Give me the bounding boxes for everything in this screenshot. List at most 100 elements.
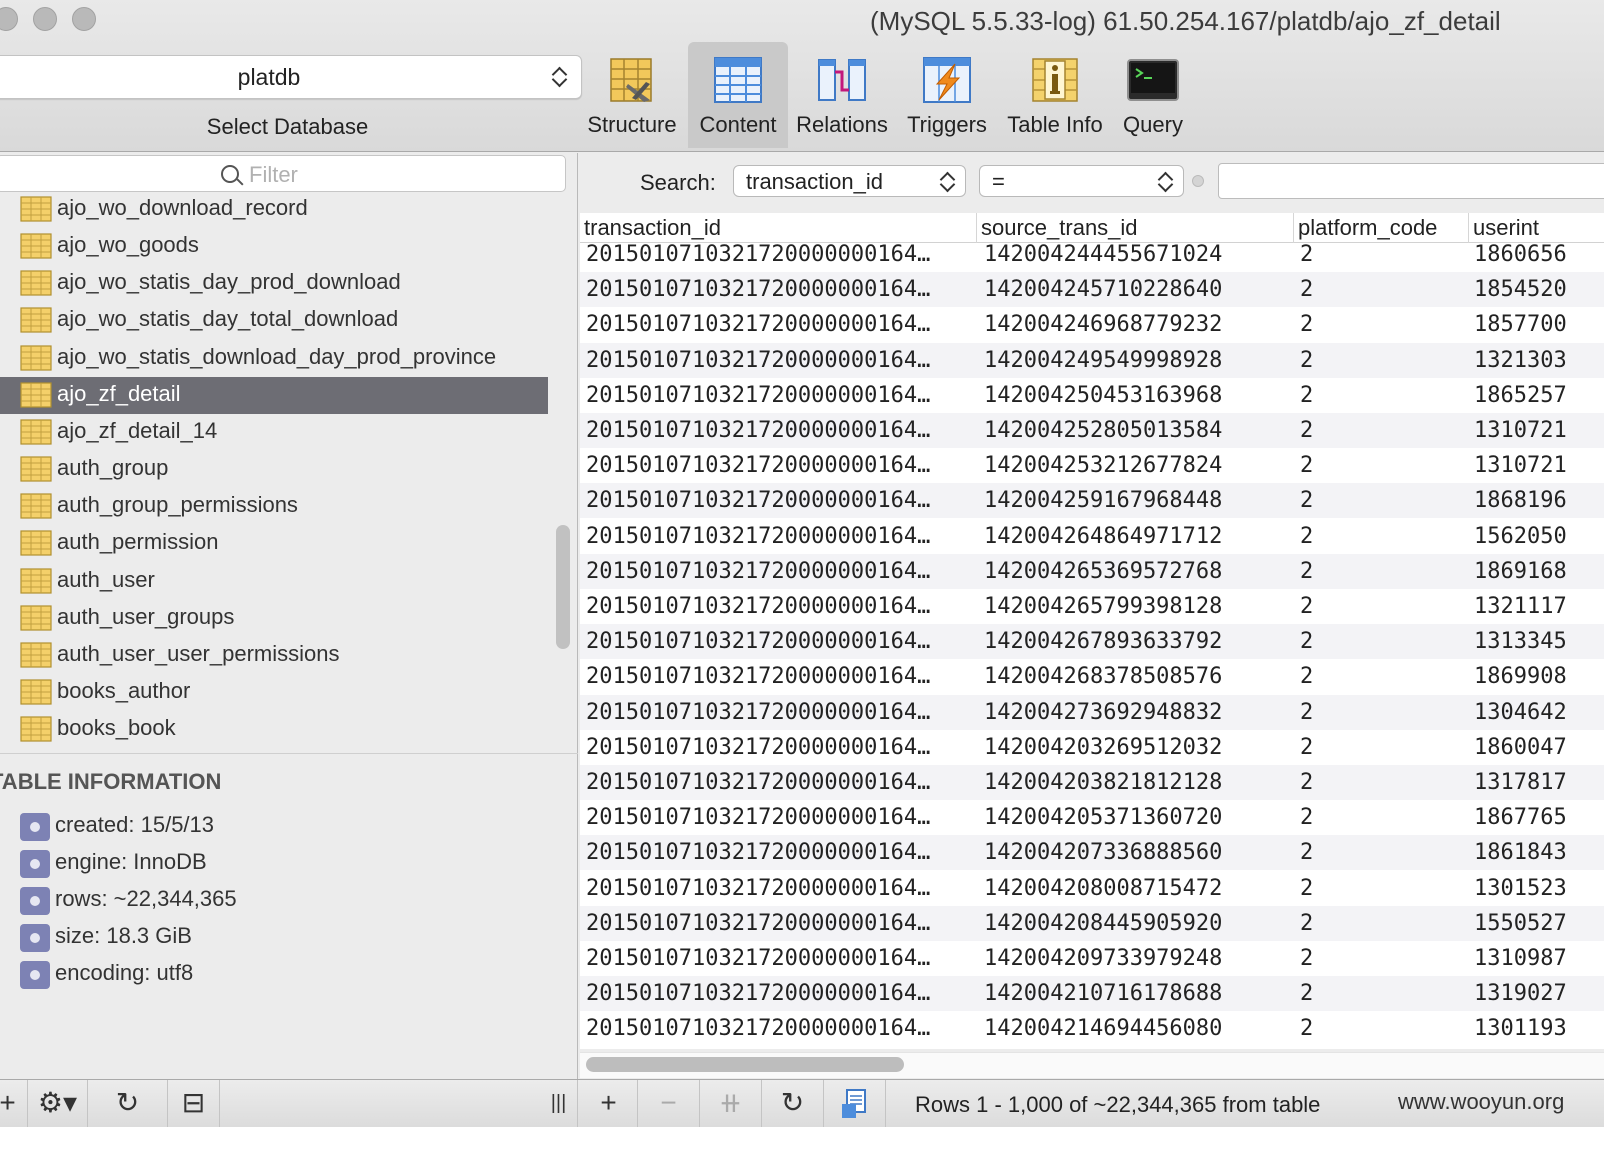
cell-transaction-id[interactable]: 2015010710321720000000164…	[586, 871, 972, 906]
cell-userint[interactable]: 1867765	[1474, 800, 1604, 835]
cell-transaction-id[interactable]: 2015010710321720000000164…	[586, 343, 972, 378]
column-header-transaction-id[interactable]: transaction_id	[580, 213, 976, 243]
cell-userint[interactable]: 1865257	[1474, 378, 1604, 413]
cell-platform-code[interactable]: 2	[1300, 519, 1450, 554]
cell-userint[interactable]: 1860047	[1474, 730, 1604, 765]
sidebar-table-item[interactable]: ajo_wo_goods	[0, 228, 548, 265]
table-row[interactable]: 2015010710321720000000164… 14200425321267…	[580, 448, 1604, 483]
cell-source-trans-id[interactable]: 142004246968779232	[984, 307, 1284, 342]
sidebar-table-item[interactable]: auth_group_permissions	[0, 488, 548, 525]
cell-transaction-id[interactable]: 2015010710321720000000164…	[586, 413, 972, 448]
cell-userint[interactable]: 1869168	[1474, 554, 1604, 589]
cell-source-trans-id[interactable]: 142004252805013584	[984, 413, 1284, 448]
cell-userint[interactable]: 1310987	[1474, 941, 1604, 976]
cell-transaction-id[interactable]: 2015010710321720000000164…	[586, 906, 972, 941]
toolbar-query-button[interactable]: Query	[1103, 42, 1203, 148]
cell-userint[interactable]: 1310721	[1474, 413, 1604, 448]
cell-transaction-id[interactable]: 2015010710321720000000164…	[586, 519, 972, 554]
filter-input[interactable]: Filter	[0, 155, 566, 192]
cell-source-trans-id[interactable]: 142004259167968448	[984, 483, 1284, 518]
toolbar-structure-button[interactable]: Structure	[582, 42, 682, 148]
cell-transaction-id[interactable]: 2015010710321720000000164…	[586, 272, 972, 307]
table-row[interactable]: 2015010710321720000000164… 14200426486497…	[580, 519, 1604, 554]
cell-source-trans-id[interactable]: 142004265369572768	[984, 554, 1284, 589]
sidebar-table-item[interactable]: ajo_wo_statis_download_day_prod_province	[0, 340, 548, 377]
table-row[interactable]: 2015010710321720000000164… 14200425916796…	[580, 483, 1604, 519]
table-row[interactable]: 2015010710321720000000164… 14200424571022…	[580, 272, 1604, 308]
cell-transaction-id[interactable]: 2015010710321720000000164…	[586, 307, 972, 342]
cell-transaction-id[interactable]: 2015010710321720000000164…	[586, 448, 972, 483]
sidebar-table-item[interactable]: books_book	[0, 711, 548, 748]
add-table-button[interactable]: +	[0, 1080, 28, 1128]
table-list-scrollbar[interactable]	[556, 525, 570, 649]
search-field-select[interactable]: transaction_id	[733, 165, 966, 197]
cell-source-trans-id[interactable]: 142004209733979248	[984, 941, 1284, 976]
table-row[interactable]: 2015010710321720000000164… 14200425045316…	[580, 378, 1604, 413]
sidebar-table-item[interactable]: auth_user_user_permissions	[0, 637, 548, 674]
cell-platform-code[interactable]: 2	[1300, 765, 1450, 800]
search-toggle-dot[interactable]	[1192, 175, 1204, 187]
cell-userint[interactable]: 1304642	[1474, 695, 1604, 730]
cell-transaction-id[interactable]: 2015010710321720000000164…	[586, 483, 972, 518]
cell-transaction-id[interactable]: 2015010710321720000000164…	[586, 730, 972, 765]
cell-platform-code[interactable]: 2	[1300, 906, 1450, 941]
split-resize-handle[interactable]: |||	[540, 1080, 578, 1128]
cell-transaction-id[interactable]: 2015010710321720000000164…	[586, 624, 972, 659]
cell-userint[interactable]: 1310721	[1474, 448, 1604, 483]
table-row[interactable]: 2015010710321720000000164… 14200426536957…	[580, 553, 1604, 589]
cell-userint[interactable]: 1857700	[1474, 307, 1604, 342]
table-actions-button[interactable]: ⚙▾	[28, 1080, 88, 1128]
cell-platform-code[interactable]: 2	[1300, 413, 1450, 448]
cell-source-trans-id[interactable]: 142004244455671024	[984, 243, 1284, 272]
toolbar-triggers-button[interactable]: Triggers	[897, 42, 997, 148]
cell-userint[interactable]: 1317817	[1474, 765, 1604, 800]
table-row[interactable]: 2015010710321720000000164… 14200421469445…	[580, 1011, 1604, 1046]
cell-source-trans-id[interactable]: 142004249549998928	[984, 343, 1284, 378]
cell-platform-code[interactable]: 2	[1300, 589, 1450, 624]
cell-platform-code[interactable]: 2	[1300, 272, 1450, 307]
cell-platform-code[interactable]: 2	[1300, 483, 1450, 518]
toolbar-relations-button[interactable]: Relations	[792, 42, 892, 148]
cell-platform-code[interactable]: 2	[1300, 307, 1450, 342]
cell-userint[interactable]: 1321303	[1474, 343, 1604, 378]
toolbar-table-info-button[interactable]: Table Info	[1005, 42, 1105, 148]
cell-userint[interactable]: 1321117	[1474, 589, 1604, 624]
cell-userint[interactable]: 1301193	[1474, 1011, 1604, 1046]
cell-transaction-id[interactable]: 2015010710321720000000164…	[586, 765, 972, 800]
cell-platform-code[interactable]: 2	[1300, 800, 1450, 835]
close-window-button[interactable]	[0, 7, 18, 31]
search-operator-select[interactable]: =	[979, 165, 1184, 197]
sidebar-table-item[interactable]: ajo_zf_detail_14	[0, 414, 548, 451]
cell-userint[interactable]: 1854520	[1474, 272, 1604, 307]
cell-userint[interactable]: 1861843	[1474, 835, 1604, 870]
table-row[interactable]: 2015010710321720000000164… 14200420326951…	[580, 730, 1604, 765]
search-value-input[interactable]	[1218, 163, 1604, 199]
table-row[interactable]: 2015010710321720000000164… 14200426789363…	[580, 624, 1604, 660]
table-row[interactable]: 2015010710321720000000164… 14200420800871…	[580, 871, 1604, 906]
cell-transaction-id[interactable]: 2015010710321720000000164…	[586, 589, 972, 624]
cell-source-trans-id[interactable]: 142004273692948832	[984, 695, 1284, 730]
cell-source-trans-id[interactable]: 142004205371360720	[984, 800, 1284, 835]
sidebar-table-item[interactable]: auth_user	[0, 563, 548, 600]
table-row[interactable]: 2015010710321720000000164… 14200427369294…	[580, 694, 1604, 730]
export-button[interactable]	[824, 1080, 886, 1128]
cell-userint[interactable]: 1301523	[1474, 871, 1604, 906]
cell-userint[interactable]: 1869908	[1474, 659, 1604, 694]
table-row[interactable]: 2015010710321720000000164… 14200421071617…	[580, 976, 1604, 1012]
cell-source-trans-id[interactable]: 142004207336888560	[984, 835, 1284, 870]
cell-source-trans-id[interactable]: 142004267893633792	[984, 624, 1284, 659]
cell-transaction-id[interactable]: 2015010710321720000000164…	[586, 695, 972, 730]
duplicate-row-button[interactable]: ⧺	[700, 1080, 762, 1128]
cell-platform-code[interactable]: 2	[1300, 730, 1450, 765]
table-row[interactable]: 2015010710321720000000164… 14200420382181…	[580, 765, 1604, 800]
sidebar-table-item[interactable]: auth_group	[0, 451, 548, 488]
cell-transaction-id[interactable]: 2015010710321720000000164…	[586, 659, 972, 694]
database-select[interactable]: platdb	[0, 55, 582, 99]
sidebar-table-item[interactable]: ajo_wo_statis_day_total_download	[0, 302, 548, 339]
cell-platform-code[interactable]: 2	[1300, 695, 1450, 730]
table-row[interactable]: 2015010710321720000000164… 14200420973397…	[580, 941, 1604, 976]
cell-platform-code[interactable]: 2	[1300, 659, 1450, 694]
column-header-userint[interactable]: userint	[1468, 213, 1604, 243]
sidebar-table-item[interactable]: ajo_zf_detail	[0, 376, 548, 414]
sidebar-table-item[interactable]: auth_permission	[0, 525, 548, 562]
